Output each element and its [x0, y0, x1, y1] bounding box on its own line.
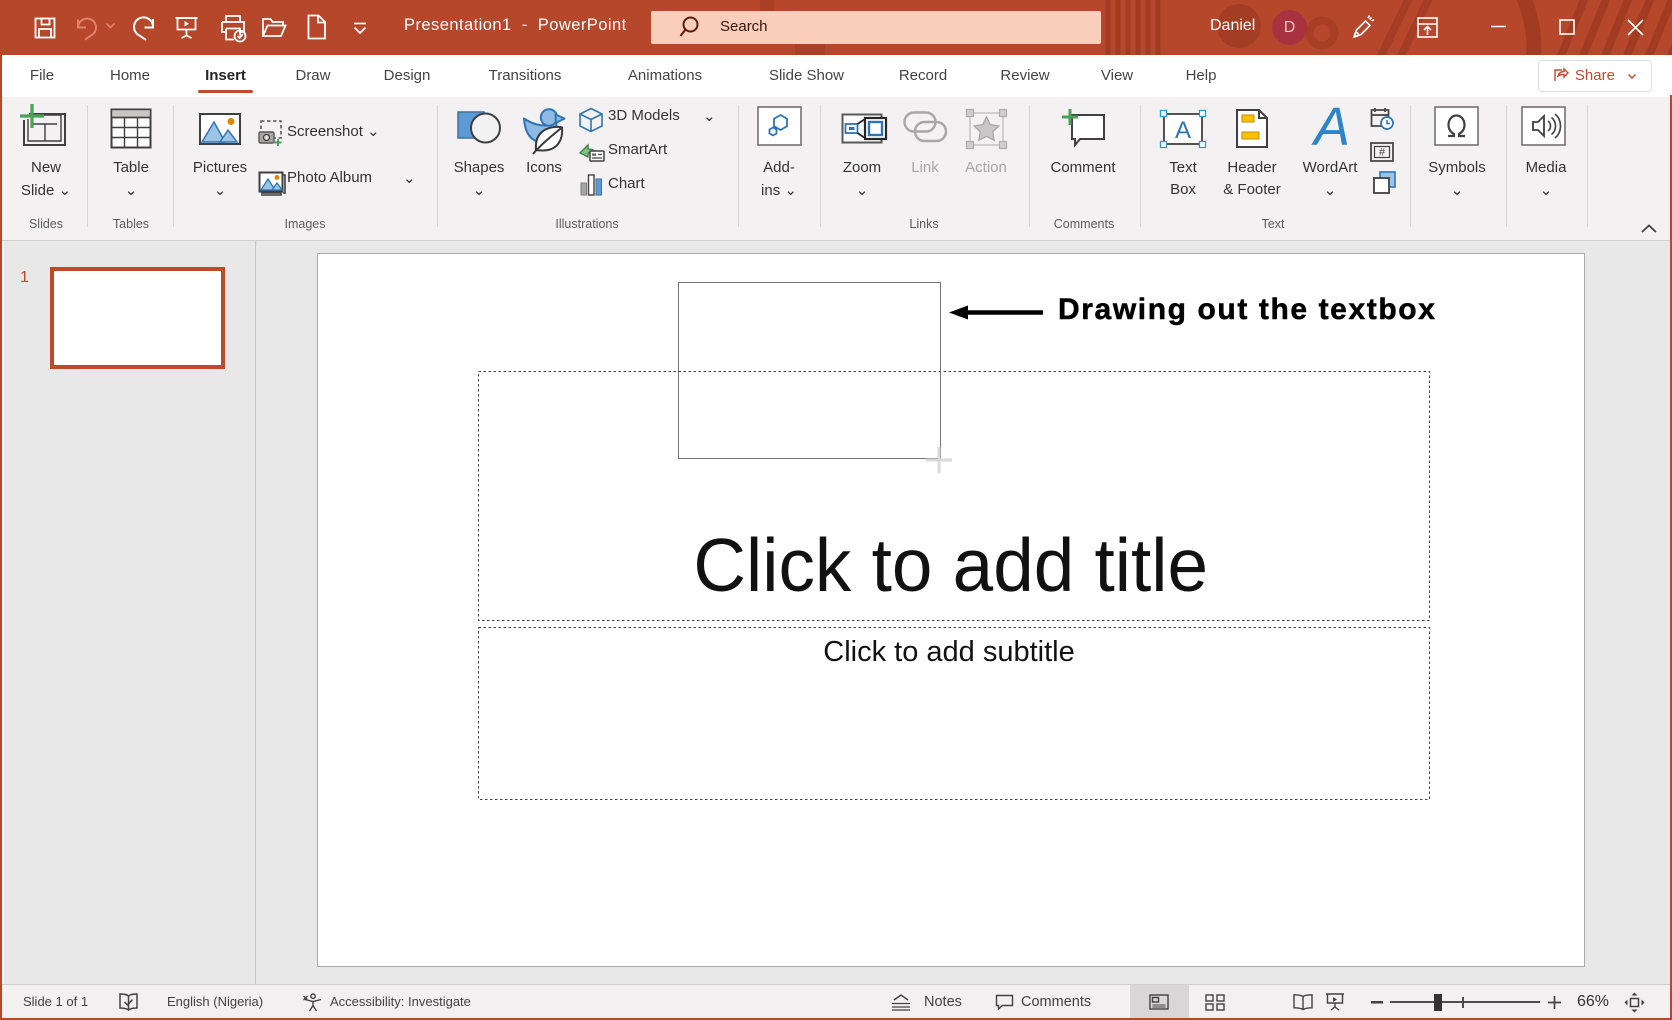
- svg-text:A: A: [1175, 117, 1191, 144]
- svg-text:A: A: [1311, 97, 1350, 157]
- svg-text:#: #: [1379, 147, 1386, 159]
